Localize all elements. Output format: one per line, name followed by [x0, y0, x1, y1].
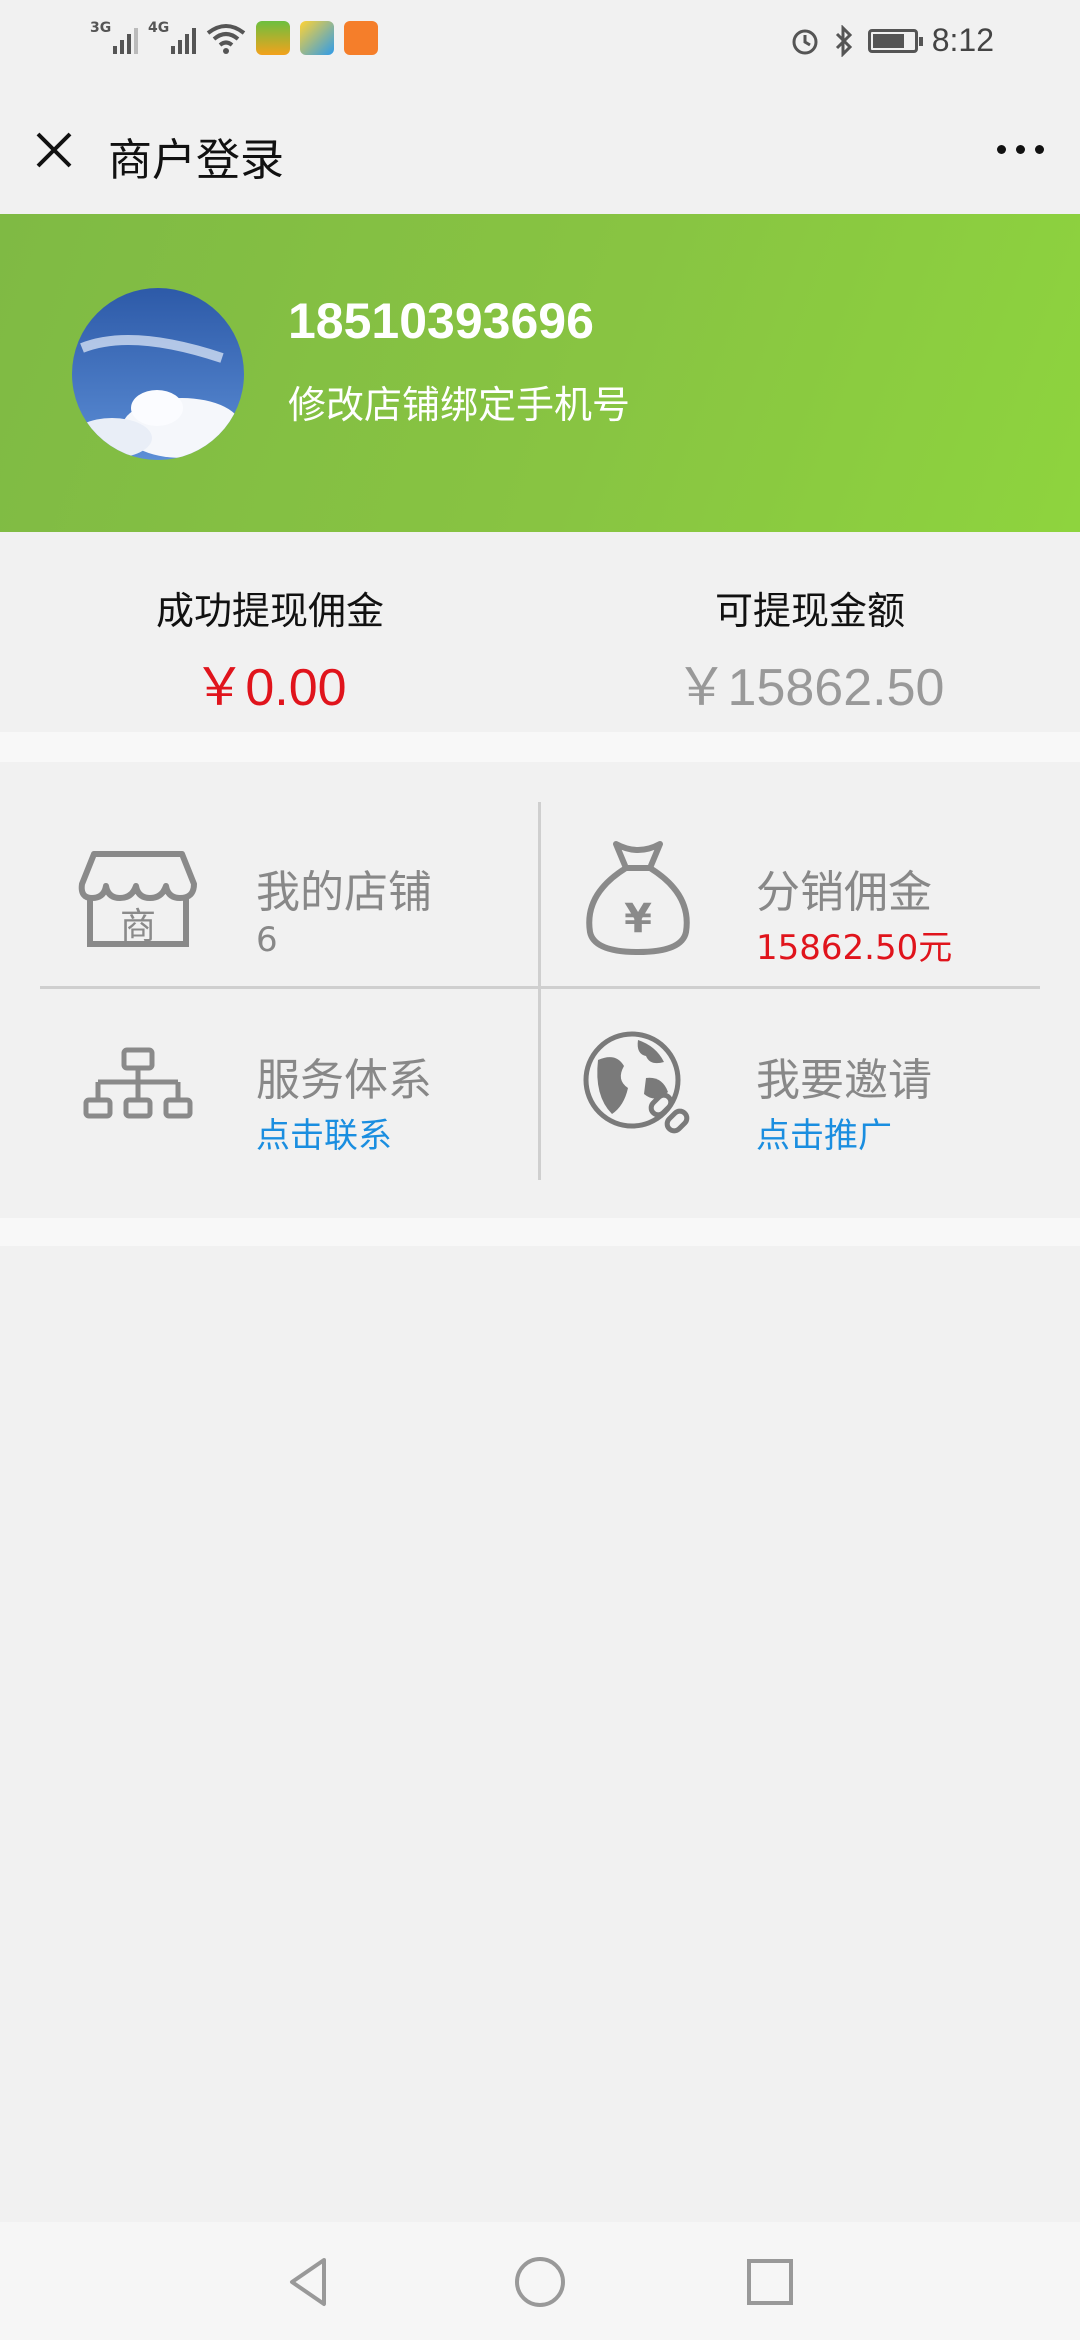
available-label: 可提现金额 — [714, 589, 905, 633]
divider — [0, 732, 1080, 762]
service-system-label: 服务体系 — [256, 1055, 432, 1106]
withdrawn-commission: 成功提现佣金 ￥0.00 — [0, 580, 540, 720]
avatar[interactable] — [72, 288, 244, 460]
status-bar: 3G 4G 8:12 — [0, 0, 1080, 86]
divider — [0, 1218, 1080, 1246]
home-icon[interactable] — [510, 2252, 570, 2312]
title-bar: 商户登录 — [0, 86, 1080, 215]
money-bag-icon: ¥ — [586, 841, 690, 956]
phone-number: 18510393696 — [288, 293, 594, 349]
change-phone-link[interactable]: 修改店铺绑定手机号 — [288, 374, 630, 429]
hierarchy-icon — [83, 1047, 193, 1119]
svg-text:¥: ¥ — [624, 896, 652, 942]
distribution-commission-label: 分销佣金 — [756, 867, 932, 918]
uc-browser-icon — [344, 21, 378, 55]
promote-link[interactable]: 点击推广 — [756, 1108, 892, 1157]
network-type-label: 3G — [90, 20, 112, 36]
clock: 8:12 — [931, 22, 994, 58]
store-count: 6 — [256, 920, 278, 960]
invite-label: 我要邀请 — [756, 1055, 932, 1106]
my-store-item[interactable]: 商 我的店铺 6 — [46, 810, 546, 980]
page-title: 商户登录 — [108, 135, 284, 186]
farm-app-icon — [256, 21, 290, 55]
send-app-icon — [300, 21, 334, 55]
available-amount: 可提现金额 ￥15862.50 — [540, 580, 1080, 720]
battery-icon — [867, 28, 923, 53]
service-system-item[interactable]: 服务体系 点击联系 — [46, 998, 546, 1168]
back-icon[interactable] — [280, 2252, 340, 2312]
distribution-commission-value: 15862.50元 — [756, 928, 953, 968]
alarm-icon — [792, 29, 818, 54]
grid-divider-horizontal — [40, 986, 1040, 989]
profile-banner: 18510393696 修改店铺绑定手机号 — [0, 214, 1080, 532]
distribution-commission-item[interactable]: ¥ 分销佣金 15862.50元 — [546, 810, 1046, 980]
balance-summary: 成功提现佣金 ￥0.00 可提现金额 ￥15862.50 — [0, 532, 1080, 732]
close-icon[interactable] — [30, 126, 78, 174]
more-options-button[interactable] — [990, 134, 1050, 164]
bluetooth-icon — [835, 24, 852, 57]
invite-item[interactable]: 我要邀请 点击推广 — [546, 998, 1046, 1168]
signal-4g-icon: 4G — [148, 20, 196, 56]
menu-grid: 商 我的店铺 6 ¥ 分销佣金 15862.50元 服务体系 点击联系 我要邀请… — [0, 762, 1080, 1218]
available-value: ￥15862.50 — [675, 659, 945, 717]
network-type-label: 4G — [148, 20, 170, 36]
store-icon: 商 — [78, 851, 197, 947]
svg-text:商: 商 — [120, 906, 156, 947]
signal-3g-icon: 3G — [90, 20, 138, 56]
withdrawn-label: 成功提现佣金 — [155, 589, 384, 633]
system-nav-bar — [0, 2222, 1080, 2340]
contact-link[interactable]: 点击联系 — [256, 1108, 392, 1157]
wifi-icon — [206, 24, 246, 54]
withdrawn-value: ￥0.00 — [193, 659, 347, 717]
my-store-label: 我的店铺 — [256, 867, 432, 918]
recents-icon[interactable] — [740, 2252, 800, 2312]
globe-link-icon — [583, 1031, 690, 1134]
